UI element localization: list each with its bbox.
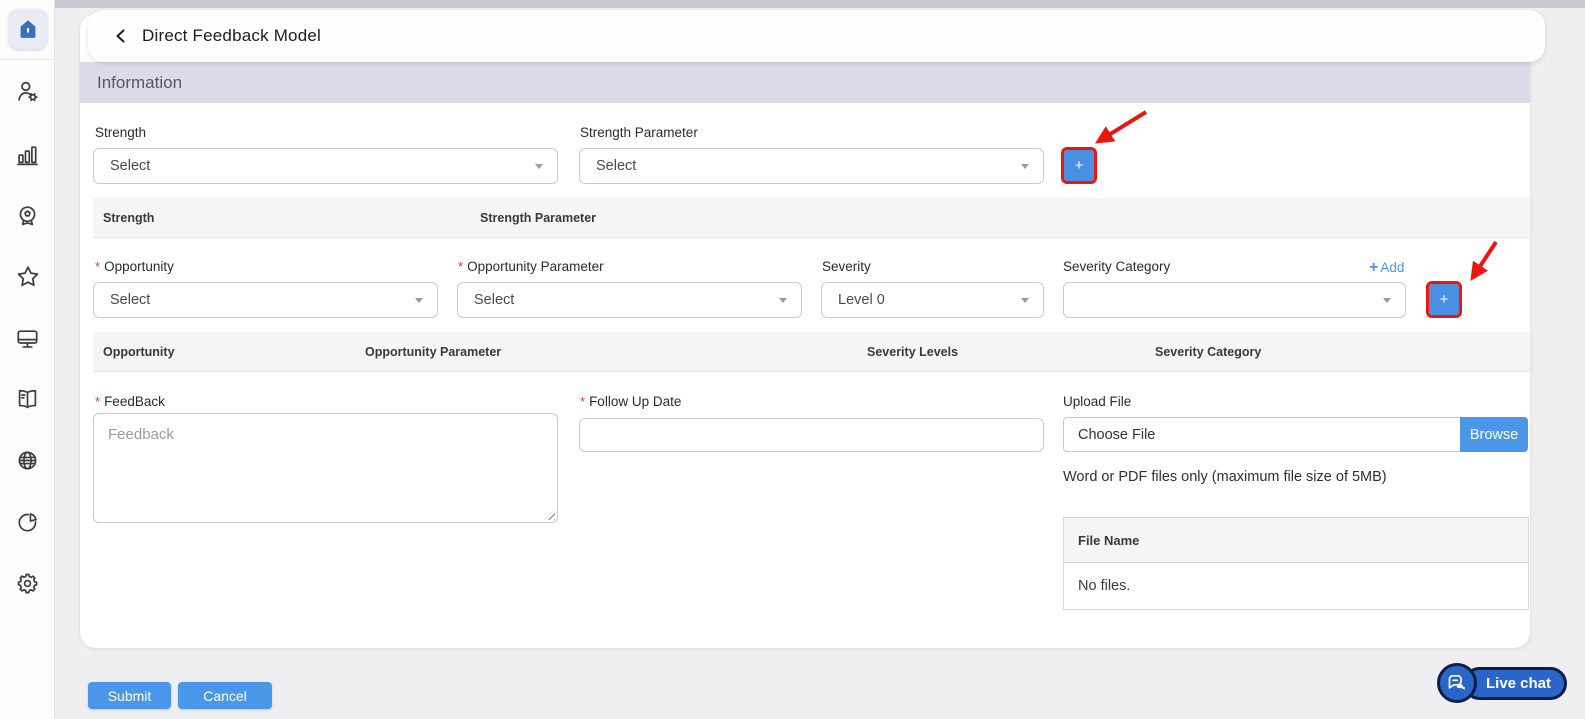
strength-table-header: Strength Strength Parameter (93, 198, 1530, 238)
severity-select-value: Level 0 (838, 292, 1013, 308)
globe-icon (14, 447, 41, 474)
book-icon (14, 386, 41, 413)
opportunity-table-col-opportunity: Opportunity (103, 332, 175, 372)
opportunity-table-header: Opportunity Opportunity Parameter Severi… (93, 332, 1530, 372)
opportunity-select-value: Select (110, 292, 407, 308)
chevron-left-icon (114, 29, 128, 43)
browse-button[interactable]: Browse (1460, 417, 1528, 452)
gear-icon (14, 570, 41, 597)
upload-file-label: Upload File (1063, 394, 1131, 409)
sidebar-item-devices[interactable] (0, 323, 55, 353)
sidebar-item-home[interactable] (9, 9, 47, 49)
sidebar-item-settings[interactable] (0, 568, 55, 598)
required-icon: * (95, 394, 100, 409)
opportunity-label: *Opportunity (95, 259, 174, 274)
strength-parameter-select[interactable]: Select (579, 148, 1044, 184)
opportunity-parameter-label: *Opportunity Parameter (458, 259, 604, 274)
submit-button[interactable]: Submit (88, 682, 171, 709)
sidebar-item-badge[interactable] (0, 201, 55, 231)
sidebar-item-analytics[interactable] (0, 507, 55, 537)
page: Information Strength Strength Parameter … (55, 0, 1585, 719)
chevron-down-icon (415, 298, 423, 303)
strength-parameter-label: Strength Parameter (580, 125, 698, 140)
chevron-down-icon (535, 164, 543, 169)
upload-hint: Word or PDF files only (maximum file siz… (1063, 469, 1387, 485)
required-icon: * (458, 259, 463, 274)
strength-parameter-select-value: Select (596, 158, 1013, 174)
upload-file-group: Choose File Browse (1063, 417, 1528, 452)
page-title: Direct Feedback Model (142, 26, 321, 46)
section-header: Information (80, 62, 1530, 103)
opportunity-table-col-severity-category: Severity Category (1155, 332, 1261, 372)
live-chat-label: Live chat (1463, 667, 1567, 700)
sidebar-item-favorites[interactable] (0, 262, 55, 292)
plus-icon: + (1369, 259, 1378, 276)
top-strip (55, 0, 1585, 8)
follow-up-date-input[interactable] (579, 418, 1044, 452)
opportunity-parameter-select-value: Select (474, 292, 771, 308)
severity-label: Severity (822, 259, 871, 274)
follow-up-date-label: *Follow Up Date (580, 394, 681, 409)
add-severity-category-link[interactable]: +Add (1369, 259, 1404, 277)
feedback-label: *FeedBack (95, 394, 165, 409)
app: Information Strength Strength Parameter … (0, 0, 1585, 719)
user-gear-icon (14, 78, 41, 105)
add-strength-button[interactable]: + (1064, 150, 1094, 181)
opportunity-select[interactable]: Select (93, 282, 438, 318)
required-icon: * (95, 259, 100, 274)
file-table: File Name No files. (1063, 517, 1529, 610)
badge-icon (14, 203, 41, 230)
strength-table-col-parameter: Strength Parameter (480, 198, 596, 238)
sidebar-item-reports[interactable] (0, 139, 55, 169)
information-card: Information Strength Strength Parameter … (80, 14, 1530, 648)
strength-table-col-strength: Strength (103, 198, 154, 238)
pie-chart-icon (14, 509, 41, 536)
chevron-down-icon (1383, 298, 1391, 303)
cancel-button[interactable]: Cancel (178, 682, 272, 709)
chevron-down-icon (1021, 298, 1029, 303)
opportunity-table-col-parameter: Opportunity Parameter (365, 332, 501, 372)
star-icon (14, 263, 42, 291)
sidebar-item-library[interactable] (0, 384, 55, 414)
chevron-down-icon (1021, 164, 1029, 169)
strength-select-value: Select (110, 158, 527, 174)
back-button[interactable] (108, 23, 134, 49)
opportunity-table-col-severity-levels: Severity Levels (867, 332, 958, 372)
monitor-icon (14, 325, 41, 352)
strength-label: Strength (95, 125, 146, 140)
feedback-textarea[interactable] (93, 413, 558, 523)
sidebar-item-web[interactable] (0, 445, 55, 475)
live-chat-button[interactable]: Live chat (1437, 663, 1567, 703)
sidebar-divider (0, 59, 55, 60)
sidebar (0, 0, 55, 719)
opportunity-parameter-select[interactable]: Select (457, 282, 802, 318)
required-icon: * (580, 394, 585, 409)
chevron-down-icon (779, 298, 787, 303)
feedback-textarea-wrap (93, 413, 558, 523)
severity-select[interactable]: Level 0 (821, 282, 1044, 318)
section-title: Information (97, 73, 182, 93)
file-table-header: File Name (1064, 518, 1528, 563)
severity-category-select[interactable] (1063, 282, 1406, 318)
strength-select[interactable]: Select (93, 148, 558, 184)
home-icon (16, 17, 40, 41)
page-header: Direct Feedback Model (88, 10, 1545, 62)
sidebar-item-user-settings[interactable] (0, 76, 55, 106)
file-table-empty-row: No files. (1064, 563, 1528, 609)
add-opportunity-button[interactable]: + (1429, 284, 1459, 315)
chat-bubble-icon (1437, 663, 1477, 703)
severity-category-label: Severity Category (1063, 259, 1170, 274)
bar-chart-icon (14, 141, 41, 168)
choose-file-input[interactable]: Choose File (1063, 417, 1460, 452)
